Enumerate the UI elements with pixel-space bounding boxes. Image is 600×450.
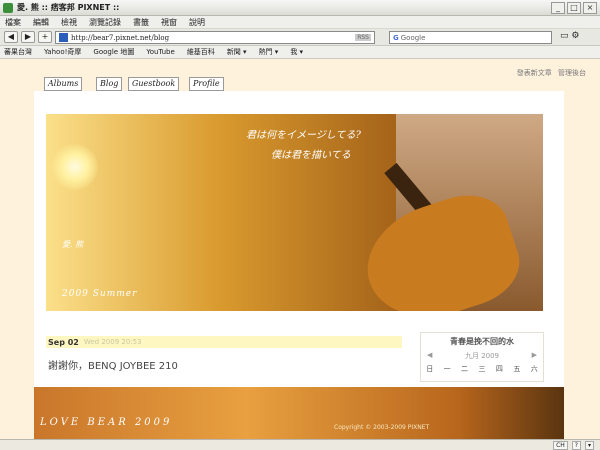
weekday-label: 二 — [461, 365, 469, 373]
footer-credit: Copyright © 2003-2009 PIXNET — [334, 424, 430, 431]
add-button[interactable]: + — [38, 31, 52, 43]
menu-help[interactable]: 說明 — [189, 17, 205, 28]
weekday-label: 一 — [443, 365, 451, 373]
bookmark-item[interactable]: YouTube — [146, 48, 174, 56]
new-post-link[interactable]: 發表新文章 — [517, 69, 552, 77]
menu-window[interactable]: 視窗 — [161, 17, 177, 28]
calendar-month: 九月 2009 — [464, 352, 500, 360]
page-content: 發表新文章 管理後台 Albums Blog Guestbook Profile… — [0, 59, 600, 439]
close-button[interactable]: × — [583, 2, 597, 14]
address-bar[interactable]: http://bear7.pixnet.net/blog RSS — [55, 31, 375, 44]
calendar-weekdays: 日 一 二 三 四 五 六 — [421, 364, 543, 374]
bookmarks-bar: 蕃果台灣 Yahoo!奇摩 Google 地圖 YouTube 維基百科 新聞 … — [0, 46, 600, 59]
browser-icon — [3, 2, 13, 13]
banner-author: 愛. 熊 — [62, 240, 84, 249]
menu-edit[interactable]: 編輯 — [33, 17, 49, 28]
menu-bookmarks[interactable]: 書籤 — [133, 17, 149, 28]
weekday-label: 日 — [426, 365, 434, 373]
tab-profile[interactable]: Profile — [189, 77, 224, 91]
bookmark-folder[interactable]: 熱門 ▾ — [259, 47, 279, 57]
tab-albums[interactable]: Albums — [44, 77, 83, 91]
bookmark-item[interactable]: Yahoo!奇摩 — [44, 47, 81, 57]
tab-guestbook[interactable]: Guestbook — [128, 77, 180, 91]
bookmark-item[interactable]: Google 地圖 — [93, 47, 134, 57]
banner-line-1: 君は何をイメージしてる? — [246, 130, 361, 141]
footer-banner: LOVE BEAR 2009 Copyright © 2003-2009 PIX… — [34, 387, 564, 439]
header-banner: 君は何をイメージしてる? 僕は君を描いてる 愛. 熊 2009 Summer — [46, 114, 543, 311]
window-title: 愛. 熊 :: 痞客邦 PIXNET :: — [17, 3, 120, 12]
bookmark-item[interactable]: 蕃果台灣 — [4, 47, 32, 57]
post-date: Sep 02 — [48, 337, 79, 347]
rss-icon[interactable]: RSS — [355, 34, 371, 41]
post-timestamp: Wed 2009 20:53 — [83, 338, 142, 346]
post-date-bar: Sep 02 Wed 2009 20:53 — [46, 336, 402, 348]
tab-blog[interactable]: Blog — [96, 77, 123, 91]
menu-bar: 檔案 編輯 檢視 瀏覽記錄 書籤 視窗 說明 — [0, 16, 600, 29]
banner-line-2: 僕は君を描いてる — [271, 150, 351, 161]
post-title[interactable]: 謝謝你，BENQ JOYBEE 210 — [48, 357, 178, 372]
stage-light — [52, 144, 98, 190]
weekday-label: 五 — [513, 365, 521, 373]
forward-button[interactable]: ▶ — [21, 31, 35, 43]
prev-month-icon[interactable]: ◀ — [427, 351, 432, 361]
menu-file[interactable]: 檔案 — [5, 17, 21, 28]
blog-card: Albums Blog Guestbook Profile 君は何をイメージして… — [34, 77, 564, 439]
minimize-button[interactable]: _ — [551, 2, 565, 14]
admin-links: 發表新文章 管理後台 — [513, 68, 586, 78]
bookmark-item[interactable]: 維基百科 — [187, 47, 215, 57]
window-titlebar: 愛. 熊 :: 痞客邦 PIXNET :: _ □ × — [0, 0, 600, 16]
maximize-button[interactable]: □ — [567, 2, 581, 14]
status-bar: CH ? ▾ — [0, 439, 600, 450]
next-month-icon[interactable]: ▶ — [532, 351, 537, 361]
admin-link[interactable]: 管理後台 — [558, 69, 586, 77]
search-input[interactable]: G Google — [389, 31, 552, 44]
banner-season: 2009 Summer — [62, 289, 138, 299]
weekday-label: 四 — [495, 365, 503, 373]
widget-title: 青春是挽不回的水 — [450, 337, 514, 346]
favicon-icon — [59, 33, 68, 42]
language-indicator[interactable]: CH — [553, 440, 568, 450]
weekday-label: 三 — [478, 365, 486, 373]
dropdown-icon[interactable]: ▾ — [584, 440, 594, 450]
address-url[interactable]: http://bear7.pixnet.net/blog — [71, 34, 169, 42]
menu-history[interactable]: 瀏覽記錄 — [89, 17, 121, 28]
back-button[interactable]: ◀ — [4, 31, 18, 43]
search-placeholder: Google — [400, 33, 426, 42]
weekday-label: 六 — [530, 365, 538, 373]
help-icon[interactable]: ? — [571, 440, 581, 450]
page-menu-icon[interactable]: ▭ ⚙ — [560, 31, 579, 41]
navigation-toolbar: ◀ ▶ + http://bear7.pixnet.net/blog RSS G… — [0, 29, 600, 46]
bookmark-folder[interactable]: 我 ▾ — [290, 47, 303, 57]
google-icon: G — [393, 33, 399, 42]
footer-text: LOVE BEAR 2009 — [40, 417, 173, 428]
calendar-widget: 青春是挽不回的水 ◀ 九月 2009 ▶ 日 一 二 三 四 五 六 — [420, 332, 544, 382]
menu-view[interactable]: 檢視 — [61, 17, 77, 28]
bookmark-folder[interactable]: 新聞 ▾ — [227, 47, 247, 57]
